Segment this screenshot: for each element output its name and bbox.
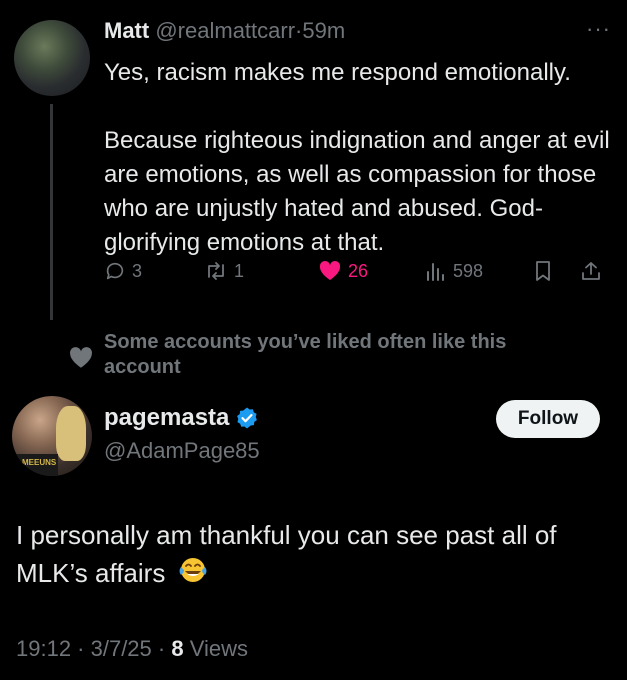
views-count: 8 (171, 636, 184, 661)
reply-icon (106, 262, 124, 280)
bookmark-button[interactable] (533, 260, 553, 282)
heart-icon (68, 346, 94, 375)
tweet-paragraph: Yes, racism makes me respond emotionally… (104, 59, 571, 86)
author-name[interactable]: pagemasta (104, 404, 259, 432)
author-name[interactable]: Matt (104, 18, 149, 43)
avatar-pagemasta[interactable]: MEEUNS (12, 396, 92, 476)
share-button[interactable] (580, 260, 602, 282)
author-handle[interactable]: @AdamPage85 (104, 438, 260, 464)
timestamp[interactable]: 19:12 · 3/7/25 · (16, 636, 171, 661)
tweet-paragraph: Because righteous indignation and anger … (104, 127, 610, 256)
author-name-text: pagemasta (104, 404, 230, 431)
verified-badge-icon (237, 407, 258, 429)
repost-button[interactable]: 1 (204, 260, 244, 282)
tweet-text: Yes, racism makes me respond emotionally… (104, 56, 614, 260)
repost-icon (208, 262, 224, 280)
tweet-header: Matt @realmattcarr·59m (104, 18, 345, 44)
follow-button[interactable]: Follow (496, 400, 600, 438)
time-ago[interactable]: 59m (302, 18, 345, 43)
views-count: 598 (453, 260, 484, 281)
thread-line (50, 104, 53, 320)
social-context: Some accounts you’ve liked often like th… (104, 331, 507, 378)
like-count: 26 (348, 260, 369, 281)
avatar-shirt-text: MEEUNS (22, 458, 57, 467)
share-icon (582, 262, 600, 280)
avatar-matt[interactable] (14, 20, 90, 96)
tweet-meta: 19:12 · 3/7/25 · 8 Views (16, 636, 248, 662)
repost-count: 1 (234, 260, 245, 281)
reply-text-body: I personally am thankful you can see pas… (16, 520, 557, 588)
more-icon[interactable]: ··· (586, 16, 611, 42)
author-handle[interactable]: @realmattcarr (155, 18, 295, 43)
reply-count: 3 (132, 260, 143, 281)
reply-button[interactable]: 3 (104, 260, 142, 282)
views-label: Views (183, 636, 248, 661)
heart-filled-icon (319, 260, 341, 280)
like-button[interactable]: 26 (318, 260, 368, 282)
views-icon (427, 263, 444, 281)
views-button[interactable]: 598 (425, 260, 483, 282)
bookmark-icon (536, 261, 550, 281)
reply-text: I personally am thankful you can see pas… (16, 516, 616, 595)
tears-of-joy-icon (177, 555, 209, 595)
